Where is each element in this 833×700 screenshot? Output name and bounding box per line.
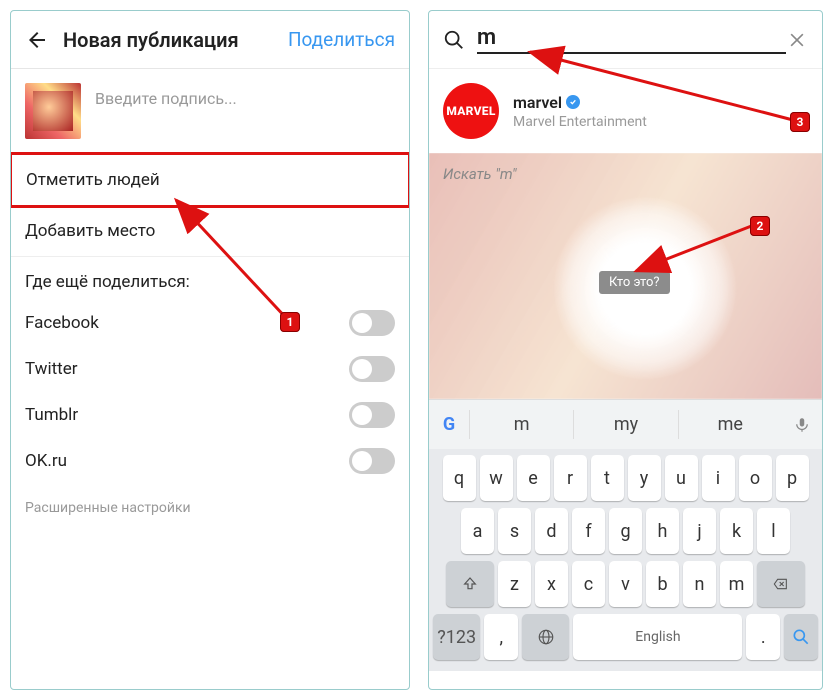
who-is-this-tooltip[interactable]: Кто это?	[599, 271, 670, 294]
key-c[interactable]: c	[572, 561, 605, 607]
globe-icon[interactable]	[522, 614, 569, 660]
new-post-screen: Новая публикация Поделиться Введите подп…	[10, 10, 410, 690]
share-button[interactable]: Поделиться	[288, 28, 395, 51]
key-h[interactable]: h	[646, 508, 679, 554]
annotation-badge-3: 3	[790, 112, 810, 132]
key-x[interactable]: x	[535, 561, 568, 607]
facebook-toggle[interactable]	[349, 310, 395, 336]
suggestion-1[interactable]: m	[469, 410, 573, 439]
result-text: marvel Marvel Entertainment	[513, 93, 647, 130]
close-icon[interactable]	[786, 29, 808, 51]
backspace-icon[interactable]	[757, 561, 805, 607]
okru-toggle[interactable]	[349, 448, 395, 474]
tag-search-screen: MARVEL marvel Marvel Entertainment Искат…	[428, 10, 823, 690]
search-bar	[429, 11, 822, 69]
key-p[interactable]: p	[776, 455, 809, 501]
search-result-row[interactable]: MARVEL marvel Marvel Entertainment	[429, 69, 822, 153]
key-f[interactable]: f	[572, 508, 605, 554]
key-w[interactable]: w	[480, 455, 513, 501]
share-tumblr-row: Tumblr	[11, 392, 409, 438]
network-label: Twitter	[25, 359, 77, 379]
key-g[interactable]: g	[609, 508, 642, 554]
suggestion-3[interactable]: me	[678, 410, 782, 439]
key-k[interactable]: k	[720, 508, 753, 554]
search-input[interactable]	[477, 25, 786, 54]
key-l[interactable]: l	[757, 508, 790, 554]
key-i[interactable]: i	[702, 455, 735, 501]
key-d[interactable]: d	[535, 508, 568, 554]
google-logo-icon[interactable]: G	[429, 414, 469, 435]
key-b[interactable]: b	[646, 561, 679, 607]
search-hint-label: Искать "m"	[443, 165, 517, 183]
network-label: OK.ru	[25, 451, 67, 471]
image-tag-canvas[interactable]: Искать "m" Кто это?	[429, 153, 822, 399]
key-v[interactable]: v	[609, 561, 642, 607]
add-location-row[interactable]: Добавить место	[11, 206, 409, 257]
post-thumbnail[interactable]	[25, 83, 81, 139]
key-z[interactable]: z	[498, 561, 531, 607]
caption-row: Введите подпись...	[11, 69, 409, 154]
mic-icon[interactable]	[782, 416, 822, 434]
key-u[interactable]: u	[665, 455, 698, 501]
key-a[interactable]: a	[461, 508, 494, 554]
keyboard-suggestion-bar: G m my me	[429, 399, 822, 449]
share-elsewhere-label: Где ещё поделиться:	[11, 257, 409, 300]
network-label: Tumblr	[25, 405, 78, 425]
tumblr-toggle[interactable]	[349, 402, 395, 428]
key-t[interactable]: t	[591, 455, 624, 501]
share-twitter-row: Twitter	[11, 346, 409, 392]
verified-badge-icon	[566, 95, 580, 109]
key-search[interactable]	[784, 614, 818, 660]
key-q[interactable]: q	[443, 455, 476, 501]
keyboard: qwertyuiop asdfghjkl zxcvbnm ?123 , Engl…	[429, 449, 822, 671]
search-icon	[443, 29, 465, 51]
key-symbols[interactable]: ?123	[433, 614, 480, 660]
result-username: marvel	[513, 93, 562, 112]
key-o[interactable]: o	[739, 455, 772, 501]
key-r[interactable]: r	[554, 455, 587, 501]
twitter-toggle[interactable]	[349, 356, 395, 382]
key-e[interactable]: e	[517, 455, 550, 501]
share-okru-row: OK.ru	[11, 438, 409, 484]
avatar: MARVEL	[443, 83, 499, 139]
annotation-badge-2: 2	[750, 216, 770, 236]
key-space[interactable]: English	[573, 614, 742, 660]
result-subtitle: Marvel Entertainment	[513, 114, 647, 130]
key-n[interactable]: n	[683, 561, 716, 607]
tag-people-row[interactable]: Отметить людей	[10, 152, 410, 208]
network-label: Facebook	[25, 313, 99, 333]
key-j[interactable]: j	[683, 508, 716, 554]
header-bar: Новая публикация Поделиться	[11, 11, 409, 69]
key-period[interactable]: .	[746, 614, 780, 660]
suggestion-2[interactable]: my	[573, 410, 677, 439]
key-comma[interactable]: ,	[484, 614, 518, 660]
annotation-badge-1: 1	[280, 312, 300, 332]
caption-input[interactable]: Введите подпись...	[95, 83, 395, 108]
shift-icon[interactable]	[446, 561, 494, 607]
key-y[interactable]: y	[628, 455, 661, 501]
page-title: Новая публикация	[63, 28, 288, 52]
advanced-settings-link[interactable]: Расширенные настройки	[11, 484, 409, 532]
key-s[interactable]: s	[498, 508, 531, 554]
back-arrow-icon[interactable]	[25, 28, 49, 52]
share-facebook-row: Facebook	[11, 300, 409, 346]
key-m[interactable]: m	[720, 561, 753, 607]
